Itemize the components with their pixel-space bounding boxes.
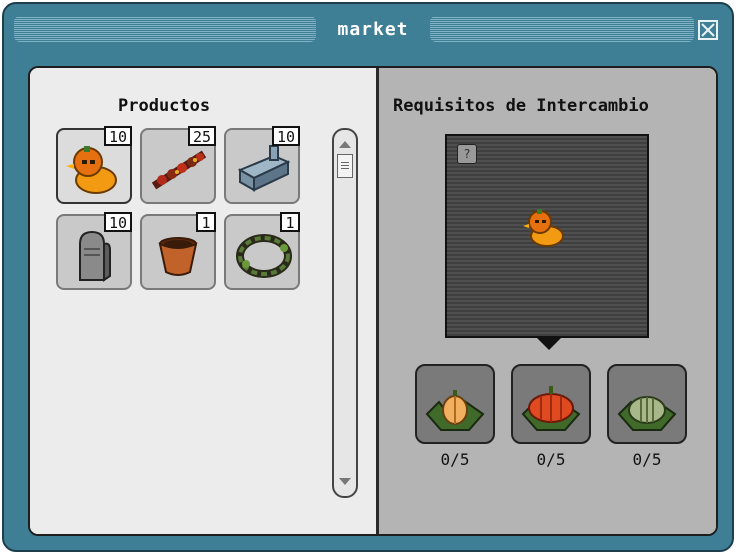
- requirement-slot-orange-pumpkin[interactable]: [415, 364, 495, 444]
- window-title: market: [337, 19, 409, 40]
- market-content: Productos 10 25 10 10 1 1 Requisitos de …: [28, 66, 718, 536]
- scroll-down-arrow-icon[interactable]: [335, 472, 355, 492]
- orange-pumpkin-icon: [425, 390, 485, 431]
- market-window: market Productos 10 25 10 10 1 1 Requisi…: [2, 2, 734, 552]
- product-slot-gravestone[interactable]: 10: [56, 212, 132, 290]
- pumpkin-duck-icon: [66, 146, 117, 194]
- products-scrollbar[interactable]: [332, 128, 358, 498]
- product-slot-vine-wreath[interactable]: 1: [224, 212, 300, 290]
- preview-pointer: [537, 338, 561, 350]
- help-button[interactable]: ?: [457, 144, 477, 164]
- pumpkin-duck-preview-icon: [523, 209, 564, 247]
- requirement-slot-red-pumpkin[interactable]: [511, 364, 591, 444]
- title-bar-stripes-right: [430, 16, 694, 42]
- product-slot-metal-machine[interactable]: 10: [224, 126, 300, 204]
- scrollbar-thumb[interactable]: [337, 154, 353, 178]
- green-pumpkin-icon: [617, 396, 677, 431]
- metal-machine-icon: [237, 145, 291, 192]
- item-preview: ?: [445, 134, 649, 338]
- vine-wreath-icon: [236, 234, 292, 278]
- requirements-panel: Requisitos de Intercambio ? 0/5 0/5 0/5: [376, 68, 716, 534]
- product-count-badge: 10: [271, 126, 300, 146]
- title-bar-stripes-left: [14, 16, 316, 42]
- product-slot-autumn-garland[interactable]: 25: [140, 126, 216, 204]
- autumn-garland-icon: [151, 150, 207, 190]
- close-icon: [701, 23, 715, 37]
- requirement-slot-green-pumpkin[interactable]: [607, 364, 687, 444]
- gravestone-icon: [79, 230, 111, 282]
- requirement-progress: 0/5: [440, 450, 470, 469]
- title-bar[interactable]: market: [10, 10, 726, 50]
- close-button[interactable]: [698, 20, 718, 40]
- products-panel: Productos 10 25 10 10 1 1: [30, 68, 376, 534]
- grip-lines-icon: [341, 162, 349, 169]
- product-count-badge: 25: [187, 126, 216, 146]
- requirement-progress: 0/5: [536, 450, 566, 469]
- product-count-badge: 1: [196, 212, 216, 232]
- requirement-progress: 0/5: [632, 450, 662, 469]
- product-slot-pumpkin-duck[interactable]: 10: [56, 126, 132, 204]
- requirements-title: Requisitos de Intercambio: [393, 96, 649, 116]
- products-title: Productos: [118, 96, 211, 116]
- product-count-badge: 10: [103, 126, 132, 146]
- product-count-badge: 1: [280, 212, 300, 232]
- scroll-up-arrow-icon[interactable]: [335, 134, 355, 154]
- flower-pot-icon: [158, 237, 198, 276]
- product-slot-flower-pot[interactable]: 1: [140, 212, 216, 290]
- product-count-badge: 10: [103, 212, 132, 232]
- red-pumpkin-icon: [521, 386, 581, 431]
